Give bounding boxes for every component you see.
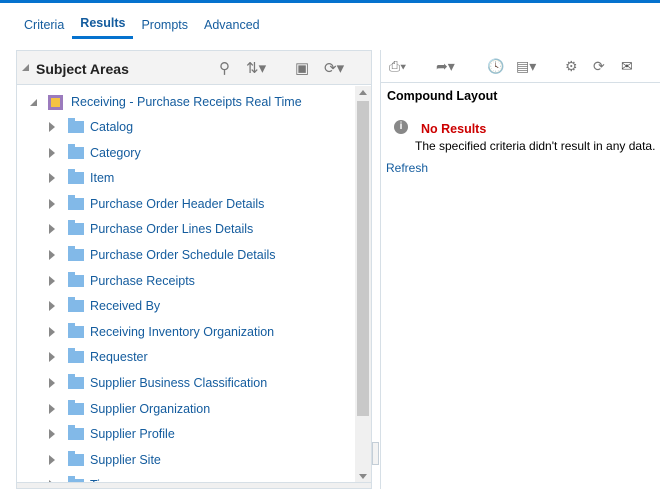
- folder-icon: [68, 399, 84, 415]
- email-icon[interactable]: ✉: [621, 58, 633, 75]
- horizontal-scrollbar[interactable]: [17, 482, 371, 488]
- expand-icon[interactable]: [49, 403, 55, 414]
- search-icon[interactable]: ⚲: [219, 59, 230, 77]
- tree-folder-item[interactable]: Received By: [17, 296, 160, 316]
- expanded-icon[interactable]: [30, 98, 37, 106]
- folder-label: Item: [90, 171, 115, 186]
- subject-areas-header: Subject Areas ⚲ ⇅▾ ▣ ⟳▾: [17, 51, 371, 85]
- folder-label: Requester: [90, 350, 148, 365]
- expand-icon[interactable]: [49, 122, 55, 132]
- expand-icon[interactable]: [49, 378, 55, 388]
- no-results-title: No Results: [421, 122, 487, 136]
- results-toolbar: ⎙▾ ➦▾ 🕓 ▤▾ ⚙ ⟳ ✉: [381, 50, 660, 83]
- editor-tabs: Criteria Results Prompts Advanced: [16, 17, 268, 39]
- scroll-down-icon[interactable]: [359, 474, 367, 479]
- tab-criteria[interactable]: Criteria: [16, 17, 72, 39]
- folder-icon: [68, 348, 84, 364]
- folder-label: Supplier Site: [90, 452, 161, 467]
- no-results-message: The specified criteria didn't result in …: [415, 139, 656, 153]
- tree-folder-item[interactable]: Supplier Profile: [17, 424, 175, 444]
- folder-icon: [68, 246, 84, 261]
- folder-icon: [68, 450, 84, 466]
- tree-folder-item[interactable]: Purchase Order Lines Details: [17, 219, 253, 239]
- folder-label: Supplier Business Classification: [90, 376, 268, 390]
- sort-icon[interactable]: ⇅▾: [246, 59, 266, 77]
- tree-folder-item[interactable]: Requester: [17, 347, 148, 367]
- subject-area-icon: [48, 94, 63, 110]
- tree-folder-item[interactable]: Purchase Order Schedule Details: [17, 245, 276, 265]
- tree-root[interactable]: Receiving - Purchase Receipts Real Time: [17, 92, 302, 112]
- folder-label: Supplier Profile: [90, 427, 175, 442]
- refresh-menu-icon[interactable]: ⟳▾: [324, 59, 344, 77]
- folder-label: Category: [90, 145, 141, 160]
- expand-icon[interactable]: [49, 147, 55, 158]
- folder-label: Supplier Organization: [90, 401, 211, 416]
- subject-areas-panel: Subject Areas ⚲ ⇅▾ ▣ ⟳▾ Receiving - Purc…: [16, 50, 372, 489]
- tree-folder-item[interactable]: Supplier Organization: [17, 399, 210, 419]
- expand-icon[interactable]: [49, 173, 55, 184]
- folder-icon: [68, 322, 84, 338]
- expand-icon[interactable]: [49, 326, 55, 337]
- folder-label: Receiving Inventory Organization: [90, 324, 275, 339]
- folder-icon: [68, 425, 84, 441]
- tree-folder-item[interactable]: Purchase Order Header Details: [17, 194, 264, 214]
- expand-icon[interactable]: [49, 250, 55, 260]
- info-icon: i: [394, 120, 408, 134]
- tab-advanced[interactable]: Advanced: [196, 17, 268, 39]
- schedule-icon[interactable]: 🕓: [487, 58, 504, 75]
- folder-label: Purchase Receipts: [90, 273, 195, 288]
- tree-folder-item[interactable]: Supplier Site: [17, 450, 161, 470]
- expand-icon[interactable]: [49, 352, 55, 363]
- tab-prompts[interactable]: Prompts: [133, 17, 196, 39]
- folder-icon: [68, 169, 84, 185]
- folder-label: Catalog: [90, 120, 134, 134]
- refresh-link[interactable]: Refresh: [386, 161, 428, 175]
- folder-label: Purchase Order Lines Details: [90, 222, 254, 237]
- top-accent-bar: [0, 0, 660, 3]
- add-subject-area-icon[interactable]: ▣: [295, 59, 309, 77]
- tab-results[interactable]: Results: [72, 17, 134, 39]
- refresh-icon[interactable]: ⟳: [593, 58, 605, 75]
- tree-folder-item[interactable]: Purchase Receipts: [17, 271, 195, 291]
- expand-icon[interactable]: [49, 454, 55, 465]
- export-icon[interactable]: ➦▾: [436, 58, 455, 75]
- expand-icon[interactable]: [49, 301, 55, 312]
- folder-icon: [68, 220, 84, 236]
- print-icon[interactable]: ⎙▾: [389, 58, 406, 75]
- tree-folder-item[interactable]: Supplier Business Classification: [17, 373, 267, 393]
- folder-label: Purchase Order Schedule Details: [90, 248, 276, 262]
- folder-icon: [68, 194, 84, 210]
- expand-icon[interactable]: [49, 224, 55, 235]
- tree-folder-item[interactable]: Receiving Inventory Organization: [17, 322, 274, 342]
- folder-icon: [68, 143, 84, 159]
- results-panel: ⎙▾ ➦▾ 🕓 ▤▾ ⚙ ⟳ ✉ Compound Layout i No Re…: [380, 50, 660, 489]
- root-label: Receiving - Purchase Receipts Real Time: [71, 95, 302, 109]
- expand-icon[interactable]: [49, 429, 55, 440]
- scroll-thumb[interactable]: [357, 101, 369, 416]
- folder-icon: [68, 118, 84, 133]
- tree-folder-item[interactable]: Catalog: [17, 117, 133, 137]
- tree-folder-item[interactable]: Category: [17, 143, 141, 163]
- folder-icon: [68, 374, 84, 389]
- expand-icon[interactable]: [49, 198, 55, 209]
- scroll-up-icon[interactable]: [359, 90, 367, 95]
- folder-icon: [68, 271, 84, 287]
- vertical-scrollbar[interactable]: [355, 86, 371, 483]
- view-icon[interactable]: ▤▾: [516, 58, 536, 75]
- tree-folder-item[interactable]: Item: [17, 168, 114, 188]
- subject-area-tree: Receiving - Purchase Receipts Real Time …: [17, 86, 355, 483]
- panel-title: Subject Areas: [36, 61, 129, 77]
- folder-icon: [68, 297, 84, 313]
- collapse-panel-icon[interactable]: [22, 64, 29, 71]
- expand-icon[interactable]: [49, 275, 55, 286]
- settings-icon[interactable]: ⚙: [565, 58, 578, 75]
- folder-label: Received By: [90, 299, 161, 314]
- folder-label: Purchase Order Header Details: [90, 196, 265, 211]
- pane-splitter-handle[interactable]: [372, 442, 379, 465]
- layout-title: Compound Layout: [387, 89, 498, 103]
